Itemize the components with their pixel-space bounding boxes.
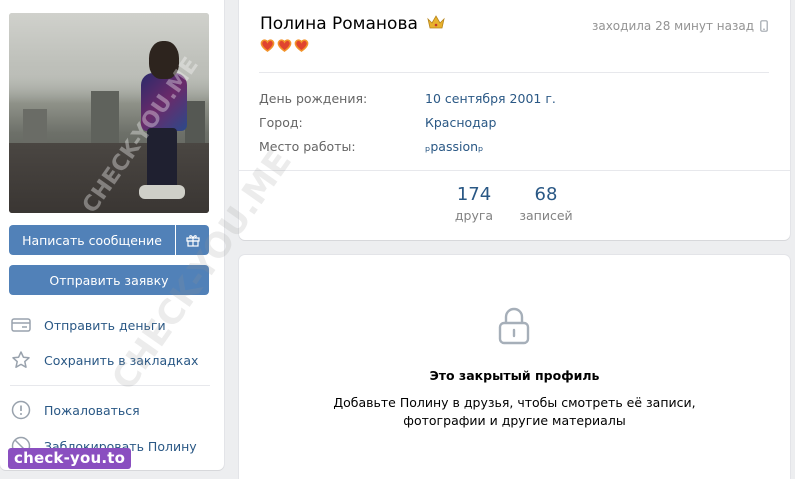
closed-desc-line: фотографии и другие материалы	[403, 413, 626, 428]
avatar-person-shoes	[139, 185, 185, 199]
card-icon	[10, 314, 32, 336]
mobile-icon	[760, 20, 768, 32]
info-value[interactable]: Краснодар	[425, 115, 496, 130]
info-value[interactable]: 10 сентября 2001 г.	[425, 91, 556, 106]
last-seen-text: заходила 28 минут назад	[591, 19, 754, 33]
send-message-button[interactable]: Написать сообщение	[9, 225, 175, 255]
counter-number: 68	[534, 184, 558, 205]
info-key: Город:	[259, 115, 303, 130]
profile-sidebar: CHECK-YOU.ME Написать сообщение Отправит…	[0, 0, 224, 470]
closed-profile-card: Это закрытый профиль Добавьте Полину в д…	[239, 255, 790, 479]
counter-label: записей	[519, 208, 573, 223]
info-key: Место работы:	[259, 139, 356, 154]
heart-icon	[260, 39, 275, 52]
report-label: Пожаловаться	[44, 402, 140, 418]
avatar-building	[91, 91, 119, 151]
avatar[interactable]: CHECK-YOU.ME	[9, 13, 209, 213]
closed-profile-description: Добавьте Полину в друзья, чтобы смотреть…	[239, 394, 790, 430]
divider	[10, 385, 210, 386]
info-row-city: Город: Краснодар	[259, 115, 496, 130]
status-hearts	[260, 39, 309, 52]
divider	[259, 72, 769, 73]
watermark-stamp: check-you.to	[8, 448, 132, 469]
info-value[interactable]: ₚpassionₚ	[425, 139, 483, 154]
page-title: Полина Романова	[260, 14, 418, 34]
last-seen: заходила 28 минут назад	[592, 19, 768, 33]
counter-number: 174	[456, 184, 492, 205]
profile-info-card: Полина Романова заходила 28 минут назад …	[239, 0, 790, 240]
lock-icon	[497, 306, 531, 349]
heart-icon	[294, 39, 309, 52]
warning-icon	[10, 399, 32, 421]
bookmark-action[interactable]: Сохранить в закладках	[10, 348, 198, 372]
friends-counter[interactable]: 174 друга	[439, 184, 509, 223]
closed-profile-title: Это закрытый профиль	[429, 368, 600, 383]
report-action[interactable]: Пожаловаться	[10, 398, 140, 422]
counter-label: друга	[454, 208, 494, 223]
divider	[239, 170, 790, 171]
info-key: День рождения:	[259, 91, 368, 106]
info-row-birthday: День рождения: 10 сентября 2001 г.	[259, 91, 556, 106]
posts-counter[interactable]: 68 записей	[511, 184, 581, 223]
crown-icon	[427, 14, 445, 33]
avatar-building	[185, 101, 205, 145]
heart-icon	[277, 39, 292, 52]
closed-desc-line: Добавьте Полину в друзья, чтобы смотреть…	[333, 395, 696, 410]
star-icon	[10, 349, 32, 371]
info-row-work: Место работы: ₚpassionₚ	[259, 139, 483, 154]
